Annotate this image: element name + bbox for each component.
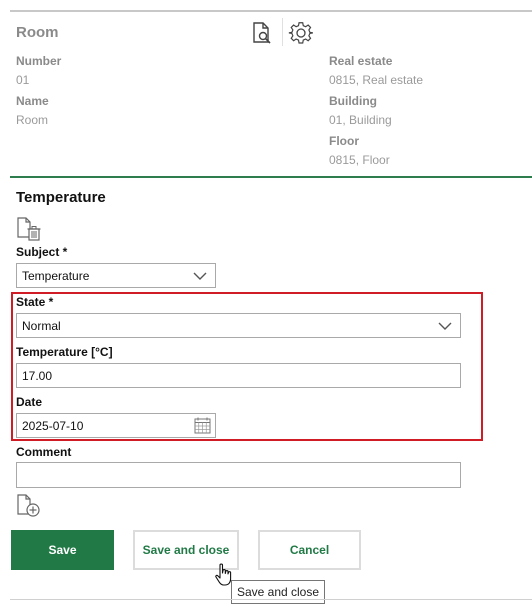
subject-select[interactable]: Temperature	[16, 263, 216, 288]
floor-value: 0815, Floor	[329, 153, 390, 167]
state-select[interactable]: Normal	[16, 313, 461, 338]
subject-label: Subject *	[16, 245, 68, 259]
floor-label: Floor	[329, 134, 359, 148]
number-label: Number	[16, 54, 62, 68]
name-label: Name	[16, 94, 49, 108]
add-document-icon[interactable]	[16, 494, 42, 518]
save-button[interactable]: Save	[11, 530, 114, 570]
page-title: Room	[16, 24, 59, 41]
cancel-button[interactable]: Cancel	[258, 530, 361, 570]
number-value: 01	[16, 73, 30, 87]
calendar-icon[interactable]	[194, 417, 211, 434]
toolbar-separator	[282, 18, 283, 46]
state-label: State *	[16, 295, 54, 309]
subject-value: Temperature	[22, 268, 90, 283]
section-title: Temperature	[16, 189, 106, 206]
temperature-input[interactable]: 17.00	[16, 363, 461, 388]
top-divider	[10, 10, 532, 12]
state-value: Normal	[22, 318, 61, 333]
tooltip: Save and close	[231, 580, 325, 604]
temperature-value: 17.00	[22, 368, 53, 383]
real-estate-value: 0815, Real estate	[329, 73, 424, 87]
building-label: Building	[329, 94, 377, 108]
bottom-divider	[10, 599, 532, 600]
gear-icon[interactable]	[288, 20, 314, 46]
real-estate-label: Real estate	[329, 54, 393, 68]
chevron-down-icon	[438, 322, 452, 330]
building-value: 01, Building	[329, 113, 392, 127]
comment-label: Comment	[16, 445, 72, 459]
delete-document-icon[interactable]	[16, 217, 42, 241]
document-search-icon[interactable]	[249, 20, 275, 46]
date-label: Date	[16, 395, 43, 409]
chevron-down-icon	[193, 272, 207, 280]
date-input[interactable]: 2025-07-10	[16, 413, 216, 438]
name-value: Room	[16, 113, 49, 127]
comment-input[interactable]	[16, 462, 461, 488]
date-value: 2025-07-10	[22, 418, 84, 433]
temperature-label: Temperature [°C]	[16, 345, 113, 359]
section-divider	[10, 176, 532, 178]
